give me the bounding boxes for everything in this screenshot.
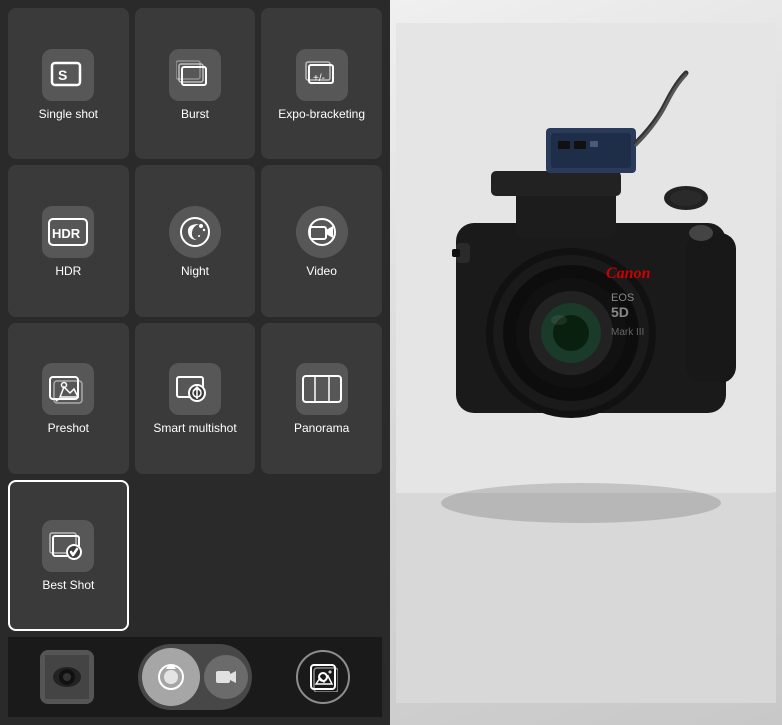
night-icon [169,206,221,258]
mode-tile-empty-1 [135,480,256,631]
svg-text:EOS: EOS [611,292,634,304]
left-panel: S Single shot Burst +/- [0,0,390,725]
camera-photo: Canon EOS 5D Mark III [390,0,782,725]
best-shot-label: Best Shot [42,578,94,592]
mode-tile-expo-bracketing[interactable]: +/- Expo-bracketing [261,8,382,159]
burst-icon [169,49,221,101]
mode-tile-preshot[interactable]: Preshot [8,323,129,474]
burst-label: Burst [181,107,209,121]
mode-tile-video[interactable]: Video [261,165,382,316]
mode-tile-panorama[interactable]: Panorama [261,323,382,474]
video-label: Video [306,264,336,278]
night-label: Night [181,264,209,278]
single-shot-label: Single shot [39,107,98,121]
svg-text:+/-: +/- [313,73,325,84]
mode-tile-smart-multishot[interactable]: Smart multishot [135,323,256,474]
panorama-icon [296,363,348,415]
video-icon [296,206,348,258]
svg-text:HDR: HDR [52,226,81,241]
right-panel: Canon EOS 5D Mark III [390,0,782,725]
preshot-label: Preshot [48,421,89,435]
svg-text:Canon: Canon [606,265,651,282]
camera-illustration: Canon EOS 5D Mark III [396,23,776,703]
mode-tile-single-shot[interactable]: S Single shot [8,8,129,159]
svg-text:S: S [58,67,67,83]
best-shot-icon [42,520,94,572]
expo-bracketing-label: Expo-bracketing [278,107,365,121]
svg-text:5D: 5D [611,304,629,320]
mode-tile-night[interactable]: Night [135,165,256,316]
photo-shutter-button[interactable] [142,648,200,706]
panorama-label: Panorama [294,421,349,435]
preshot-icon [42,363,94,415]
hdr-label: HDR [55,264,81,278]
thumbnail-preview[interactable] [40,650,94,704]
hdr-icon: HDR [42,206,94,258]
svg-text:Mark III: Mark III [611,327,644,338]
single-shot-icon: S [42,49,94,101]
expo-bracketing-icon: +/- [296,49,348,101]
smart-multishot-label: Smart multishot [153,421,236,435]
video-record-button[interactable] [204,655,248,699]
mode-tile-best-shot[interactable]: Best Shot [8,480,129,631]
mode-grid: S Single shot Burst +/- [8,8,382,631]
smart-multishot-icon [169,363,221,415]
bottom-bar [8,637,382,717]
mode-tile-burst[interactable]: Burst [135,8,256,159]
shutter-group [138,644,252,710]
gallery-button[interactable] [296,650,350,704]
mode-tile-empty-2 [261,480,382,631]
mode-tile-hdr[interactable]: HDR HDR [8,165,129,316]
